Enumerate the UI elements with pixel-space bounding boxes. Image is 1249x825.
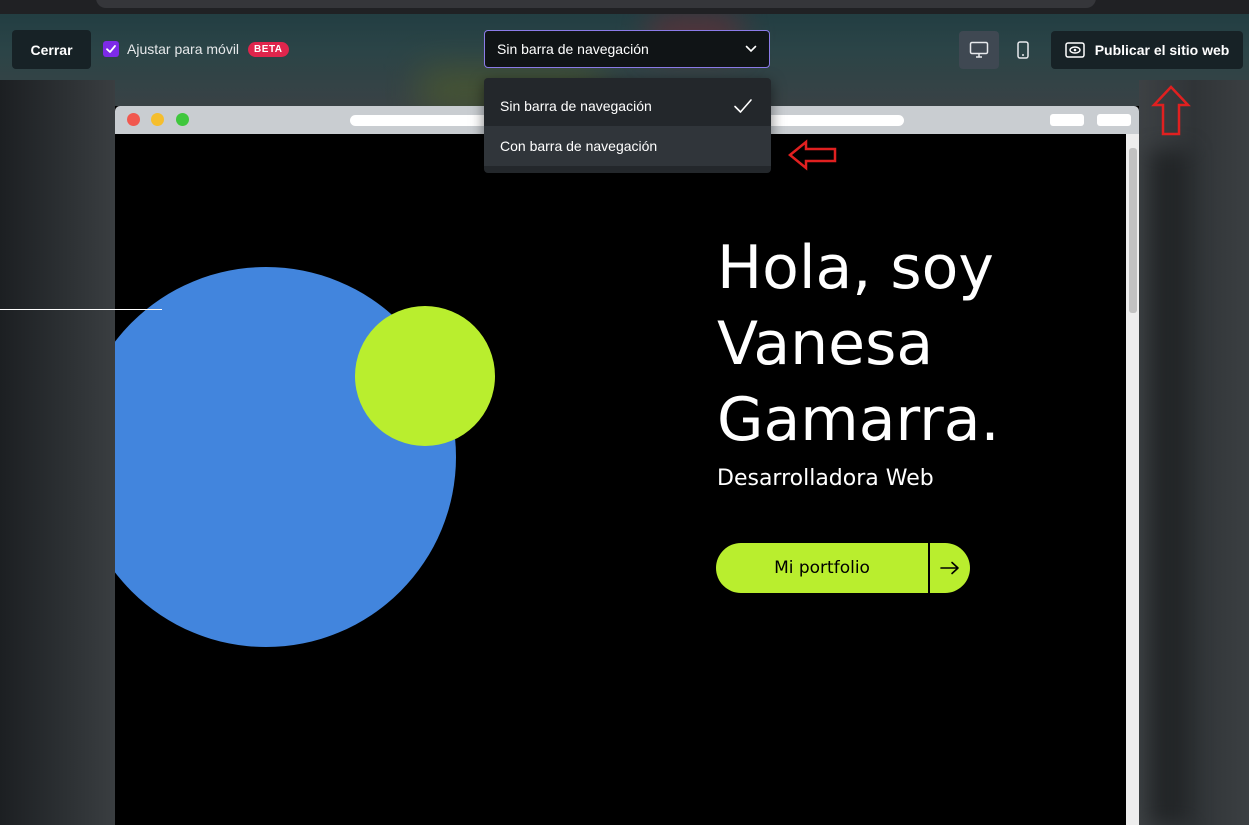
preview-scrollbar[interactable] xyxy=(1126,134,1139,825)
navigation-bar-select[interactable]: Sin barra de navegación xyxy=(484,30,770,68)
portfolio-button[interactable]: Mi portfolio xyxy=(716,543,970,593)
mobile-adjust-toggle[interactable]: Ajustar para móvil BETA xyxy=(103,41,289,57)
arrow-right-icon[interactable] xyxy=(930,543,970,593)
publish-website-button[interactable]: Publicar el sitio web xyxy=(1051,31,1243,69)
hero-title: Hola, soy Vanesa Gamarra. xyxy=(717,233,1000,455)
browser-address-bar[interactable] xyxy=(96,0,1096,8)
menu-option-label: Con barra de navegación xyxy=(500,138,658,154)
navigation-bar-dropdown: Sin barra de navegación Con barra de nav… xyxy=(484,78,771,173)
annotation-arrow-up-icon xyxy=(1151,85,1191,136)
monitor-icon xyxy=(969,41,989,58)
hero-subtitle: Desarrolladora Web xyxy=(717,466,934,491)
menu-option-with-navbar[interactable]: Con barra de navegación xyxy=(484,126,771,166)
browser-chrome xyxy=(0,0,1249,14)
close-button[interactable]: Cerrar xyxy=(12,30,91,69)
check-icon xyxy=(734,99,752,113)
divider-line xyxy=(0,309,162,310)
menu-option-no-navbar[interactable]: Sin barra de navegación xyxy=(484,86,771,126)
portfolio-button-label[interactable]: Mi portfolio xyxy=(716,543,928,593)
eye-preview-icon xyxy=(1064,42,1085,58)
window-minimize-dot xyxy=(151,113,164,126)
smartphone-icon xyxy=(1017,41,1029,59)
publish-website-label: Publicar el sitio web xyxy=(1094,42,1230,58)
lime-circle-graphic xyxy=(355,306,495,446)
annotation-arrow-left-icon xyxy=(788,139,837,171)
chevron-down-icon xyxy=(745,45,757,53)
beta-badge: BETA xyxy=(248,41,289,57)
navigation-bar-select-value: Sin barra de navegación xyxy=(497,41,649,57)
window-maximize-dot xyxy=(176,113,189,126)
mobile-view-button[interactable] xyxy=(1003,31,1043,69)
check-icon xyxy=(106,45,116,53)
preview-toolbar: Cerrar Ajustar para móvil BETA Sin barra… xyxy=(0,24,1249,76)
menu-option-label: Sin barra de navegación xyxy=(500,98,652,114)
preview-scrollbar-thumb[interactable] xyxy=(1129,148,1137,313)
preview-window-control xyxy=(1097,114,1131,126)
backdrop-shadow xyxy=(1150,150,1190,825)
preview-window-control xyxy=(1050,114,1084,126)
arrow-right-glyph xyxy=(940,561,959,575)
desktop-view-button[interactable] xyxy=(959,31,999,69)
preview-page-content: Hola, soy Vanesa Gamarra. Desarrolladora… xyxy=(115,134,1126,825)
backdrop-left xyxy=(0,80,115,825)
mobile-adjust-label: Ajustar para móvil xyxy=(127,41,240,57)
website-preview-window: Hola, soy Vanesa Gamarra. Desarrolladora… xyxy=(115,106,1139,825)
mobile-adjust-checkbox[interactable] xyxy=(103,41,119,57)
window-close-dot xyxy=(127,113,140,126)
